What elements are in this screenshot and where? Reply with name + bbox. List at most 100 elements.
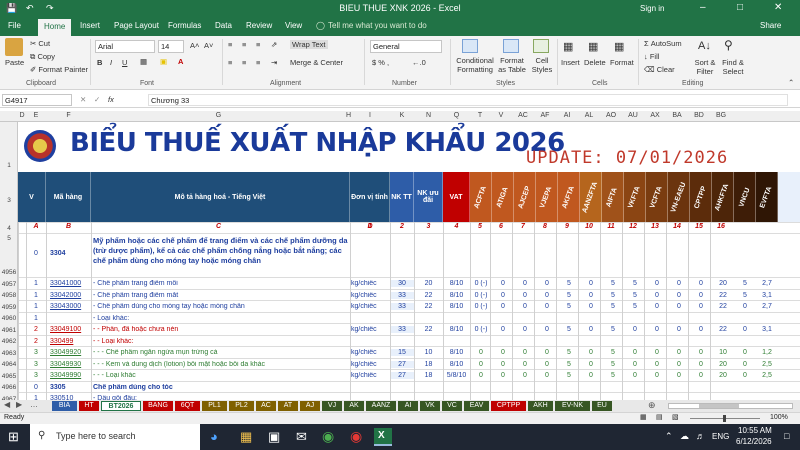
font-size-select[interactable]: 14 [158,40,184,53]
store-icon[interactable]: ▣ [268,429,280,445]
hs-code[interactable]: 330499 [50,338,92,345]
task-view-icon[interactable]: ◕ [210,429,218,444]
sheet-tab-at[interactable]: AT [278,401,298,411]
insert-function-icon[interactable]: fx [108,95,114,104]
notification-icon[interactable]: □ [784,431,789,441]
zoom-slider[interactable] [690,415,760,422]
cut-button[interactable]: ✂ Cut [30,39,50,48]
column-header-ax[interactable]: AX [644,112,666,119]
sheet-tab-cptpp[interactable]: CPTPP [491,401,526,411]
taskbar-search-box[interactable]: ⚲ Type here to search [30,424,200,450]
row-header[interactable]: 4959 [0,304,18,311]
copy-button[interactable]: ⧉ Copy [30,52,55,62]
enter-icon[interactable]: ✓ [94,95,100,104]
column-header-bg[interactable]: BG [710,112,732,119]
table-row[interactable]: 1 330510- Dầu gội đầu: [18,393,800,400]
paste-icon[interactable] [5,38,23,56]
normal-view-icon[interactable]: ▦ [640,413,647,421]
row-header[interactable]: 4962 [0,338,18,345]
row-header[interactable]: 4958 [0,292,18,299]
column-header-q[interactable]: Q [443,112,470,119]
sheet-tab-ev-nk[interactable]: EV-NK [555,401,590,411]
table-row[interactable]: 3 33049930- - - Kem và dung dịch (lotion)… [18,359,800,370]
sheet-tab-ai[interactable]: AI [398,401,418,411]
sheet-tab-bt2026[interactable]: BT2026 [101,401,141,411]
column-header-al[interactable]: AL [578,112,600,119]
hs-code[interactable]: 3304 [50,250,92,257]
network-icon[interactable]: ☁ [680,431,689,442]
hs-code[interactable]: 33049990 [50,372,92,379]
sheet-tab-eu[interactable]: EU [592,401,612,411]
more-sheets-icon[interactable]: … [30,400,38,409]
row-header-3[interactable]: 3 [0,197,18,204]
borders-icon[interactable]: ▦ [140,57,147,66]
name-box[interactable]: G4917 [2,94,72,106]
minimize-icon[interactable]: – [700,2,706,13]
currency-icon[interactable]: $ % , [372,58,389,67]
formula-input[interactable]: Chương 33 [148,94,788,106]
page-layout-view-icon[interactable]: ▤ [656,413,663,421]
sign-in-link[interactable]: Sign in [640,4,664,13]
worksheet-grid[interactable]: BIỂU THUẾ XUẤT NHẬP KHẨU 2026 UPDATE: 07… [18,122,800,400]
share-button[interactable]: Share [760,21,781,30]
align-top-icon[interactable]: ≡ [228,40,232,49]
autosum-button[interactable]: Σ AutoSum [644,39,682,48]
chrome-icon[interactable]: ◉ [322,428,334,445]
tab-file[interactable]: File [8,21,21,30]
tab-review[interactable]: Review [246,21,272,30]
horizontal-scrollbar[interactable] [668,403,793,409]
sheet-tab-ht[interactable]: HT [79,401,99,411]
collapse-ribbon-icon[interactable]: ⌃ [788,78,794,87]
row-header[interactable]: 4966 [0,384,18,391]
hs-code[interactable]: 33042000 [50,292,92,299]
shrink-font-icon[interactable]: A˅ [204,41,213,50]
format-painter-button[interactable]: ✐ Format Painter [30,65,88,74]
hs-code[interactable]: 33049930 [50,361,92,368]
column-header-ai[interactable]: AI [556,112,578,119]
prev-sheet-icon[interactable]: ◀ [4,400,10,409]
sheet-tab-eav[interactable]: EAV [464,401,489,411]
indent-icon[interactable]: ⇥ [271,58,277,67]
hs-code[interactable]: 33049920 [50,349,92,356]
mail-icon[interactable]: ✉ [296,429,307,445]
tab-formulas[interactable]: Formulas [168,21,201,30]
fill-button[interactable]: ↓ Fill [644,52,659,61]
row-header[interactable]: 4963 [0,350,18,357]
delete-cells-button[interactable]: Delete [584,58,606,67]
column-header-e[interactable]: E [26,112,46,119]
next-sheet-icon[interactable]: ▶ [16,400,22,409]
align-bottom-icon[interactable]: ≡ [256,40,260,49]
sheet-tab-bia[interactable]: BIA [52,401,77,411]
chrome-profile-icon[interactable]: ◉ [350,428,362,445]
volume-icon[interactable]: ♬ [696,431,705,441]
tab-page-layout[interactable]: Page Layout [114,21,159,30]
tray-chevron-icon[interactable]: ⌃ [665,431,673,442]
table-row[interactable]: 0 3305 Chế phẩm dùng cho tóc [18,382,800,393]
align-center-icon[interactable]: ≡ [242,58,246,67]
table-row[interactable]: 1 33043000- Chế phẩm dùng cho móng tay ho… [18,301,800,313]
cell-styles-button[interactable]: Cell Styles [530,56,554,74]
fill-color-icon[interactable]: ▣ [160,57,167,66]
column-header-ba[interactable]: BA [666,112,688,119]
clear-button[interactable]: ⌫ Clear [644,65,675,74]
table-row[interactable]: 3 33049920- - - Chế phẩm ngăn ngừa mụn tr… [18,347,800,359]
bold-button[interactable]: B [97,58,102,67]
sheet-tab-aj[interactable]: AJ [300,401,320,411]
sort-filter-button[interactable]: Sort & Filter [693,58,717,76]
windows-start-icon[interactable]: ⊞ [8,429,19,445]
table-row[interactable]: 3 33049990- - - Loại khác kg/chiếc 27 18 5/8/… [18,370,800,382]
paste-button[interactable]: Paste [5,58,24,67]
align-middle-icon[interactable]: ≡ [242,40,246,49]
grow-font-icon[interactable]: A˄ [190,41,199,50]
close-icon[interactable]: ✕ [774,2,782,13]
column-header-f[interactable]: F [46,112,91,119]
sheet-tab-vk[interactable]: VK [420,401,440,411]
column-header-ao[interactable]: AO [600,112,622,119]
align-right-icon[interactable]: ≡ [256,58,260,67]
tab-data[interactable]: Data [215,21,232,30]
conditional-formatting-button[interactable]: Conditional Formatting [456,56,494,74]
row-header[interactable]: 4965 [0,373,18,380]
tell-me-box[interactable]: Tell me what you want to do [328,21,427,30]
sheet-tab-pl2[interactable]: PL2 [229,401,254,411]
table-row[interactable]: 1 33042000- Chế phẩm trang điểm mắt kg/chi… [18,290,800,301]
